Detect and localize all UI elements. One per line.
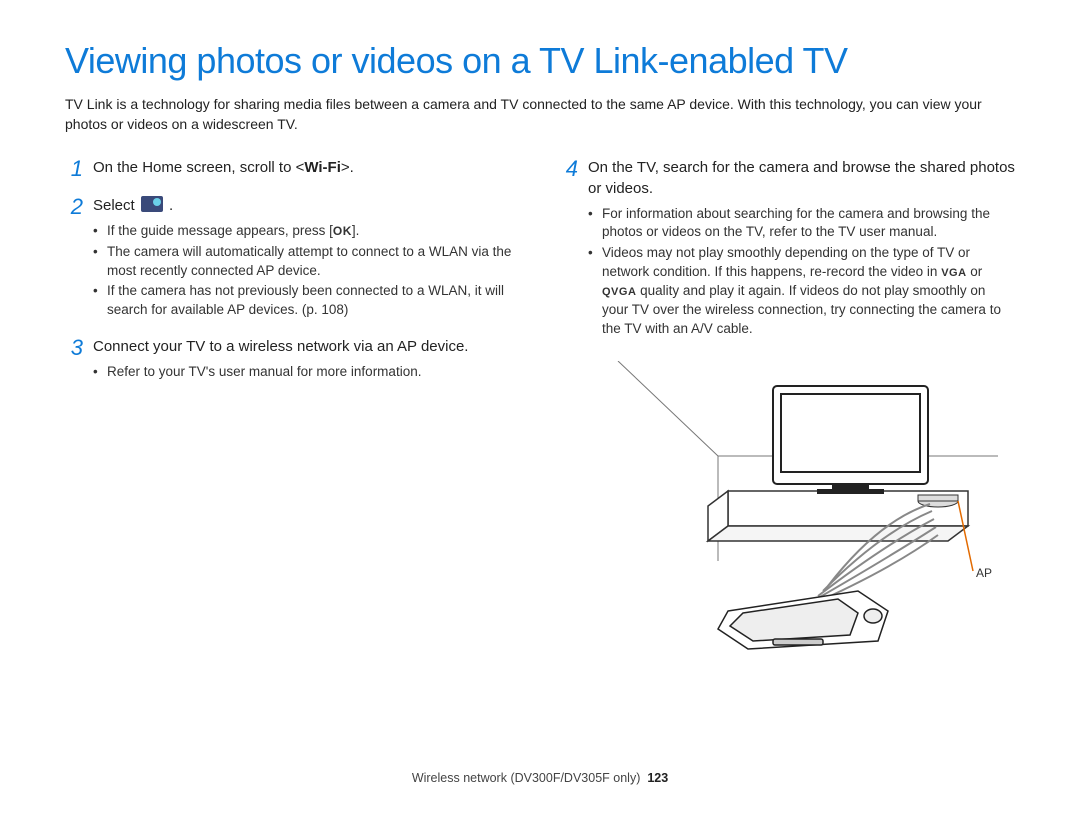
vga-label: VGA: [941, 266, 966, 281]
list-item: The camera will automatically attempt to…: [93, 243, 520, 281]
step-2-bullets: If the guide message appears, press [OK]…: [93, 222, 520, 320]
list-item: If the camera has not previously been co…: [93, 282, 520, 320]
page-footer: Wireless network (DV300F/DV305F only) 12…: [0, 771, 1080, 785]
step-number: 4: [560, 157, 578, 341]
step-body: Select . If the guide message appears, p…: [93, 195, 520, 322]
ap-label: AP: [976, 566, 992, 580]
left-column: 1 On the Home screen, scroll to <Wi-Fi>.…: [65, 157, 520, 661]
manual-page: Viewing photos or videos on a TV Link-en…: [0, 0, 1080, 815]
footer-page-number: 123: [647, 771, 668, 785]
step-1-pre: On the Home screen, scroll to <: [93, 159, 304, 176]
step-number: 2: [65, 195, 83, 322]
step-2: 2 Select . If the guide message appears,…: [65, 195, 520, 322]
footer-section: Wireless network (DV300F/DV305F only): [412, 771, 641, 785]
step-2-pre: Select: [93, 197, 139, 214]
step-1: 1 On the Home screen, scroll to <Wi-Fi>.: [65, 157, 520, 181]
step-number: 1: [65, 157, 83, 181]
list-item: Videos may not play smoothly depending o…: [588, 244, 1015, 338]
step-1-bold: Wi-Fi: [304, 159, 341, 176]
illustration: AP: [560, 361, 1015, 661]
step-4: 4 On the TV, search for the camera and b…: [560, 157, 1015, 341]
period: .: [169, 197, 173, 214]
step-4-bullets: For information about searching for the …: [588, 205, 1015, 339]
step-number: 3: [65, 336, 83, 384]
bullet-b-mid: or: [967, 264, 983, 279]
step-3: 3 Connect your TV to a wireless network …: [65, 336, 520, 384]
tv-camera-diagram: AP: [578, 361, 998, 651]
step-4-text: On the TV, search for the camera and bro…: [588, 159, 1015, 197]
columns: 1 On the Home screen, scroll to <Wi-Fi>.…: [65, 157, 1015, 661]
tvlink-icon: [141, 196, 163, 212]
step-3-bullets: Refer to your TV's user manual for more …: [93, 363, 520, 382]
bullet-b-pre: Videos may not play smoothly depending o…: [602, 245, 970, 279]
page-title: Viewing photos or videos on a TV Link-en…: [65, 40, 1015, 82]
bullet-b-post: quality and play it again. If videos do …: [602, 283, 1001, 336]
list-item: For information about searching for the …: [588, 205, 1015, 243]
qvga-label: QVGA: [602, 285, 636, 300]
ok-label: OK: [333, 223, 352, 240]
step-body: Connect your TV to a wireless network vi…: [93, 336, 520, 384]
list-item: If the guide message appears, press [OK]…: [93, 222, 520, 241]
step-3-text: Connect your TV to a wireless network vi…: [93, 338, 468, 355]
bullet-a-post: ].: [352, 223, 360, 238]
step-body: On the TV, search for the camera and bro…: [588, 157, 1015, 341]
right-column: 4 On the TV, search for the camera and b…: [560, 157, 1015, 661]
list-item: Refer to your TV's user manual for more …: [93, 363, 520, 382]
bullet-a-pre: If the guide message appears, press [: [107, 223, 333, 238]
step-1-post: >.: [341, 159, 354, 176]
step-body: On the Home screen, scroll to <Wi-Fi>.: [93, 157, 520, 181]
intro-text: TV Link is a technology for sharing medi…: [65, 94, 1015, 135]
